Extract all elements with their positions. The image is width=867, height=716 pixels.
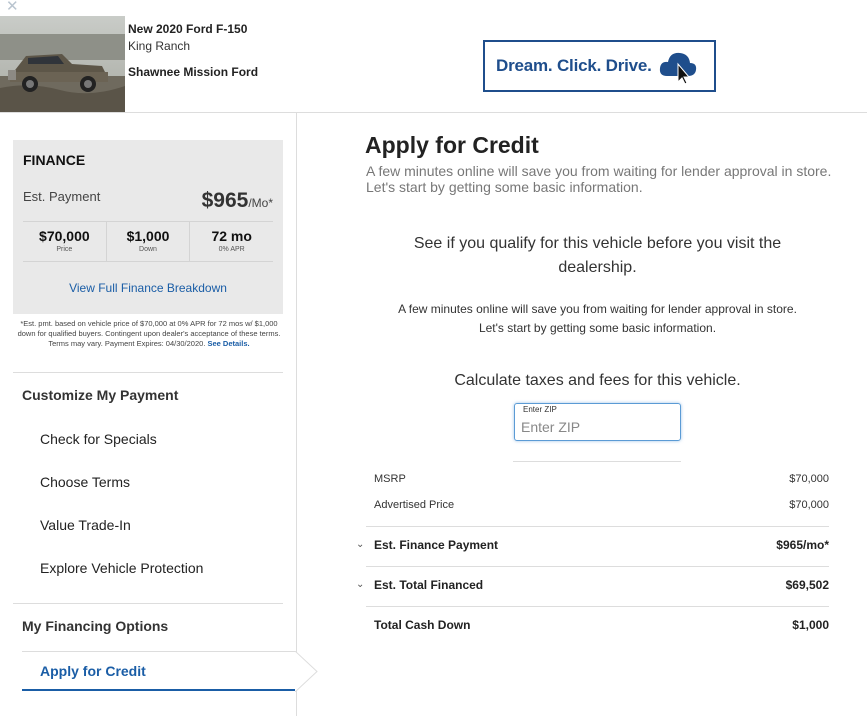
sidebar-divider xyxy=(296,113,297,716)
total-financed-row[interactable]: Est. Total Financed $69,502 xyxy=(366,578,829,592)
qualify-heading: See if you qualify for this vehicle befo… xyxy=(413,235,782,276)
sidebar-divider-2 xyxy=(13,603,283,604)
stat-down: $1,000 Down xyxy=(107,222,191,261)
page-title: Apply for Credit xyxy=(365,132,539,158)
stat-price: $70,000 Price xyxy=(23,222,107,261)
active-tab-arrow-icon xyxy=(295,651,318,692)
sidebar-item-value-trade-in[interactable]: Value Trade-In xyxy=(40,517,131,533)
header-divider xyxy=(0,112,867,113)
banner-text: Dream. Click. Drive. xyxy=(496,56,652,75)
sidebar-item-choose-terms[interactable]: Choose Terms xyxy=(40,474,130,490)
vehicle-trim: King Ranch xyxy=(128,39,191,53)
zip-input[interactable] xyxy=(521,417,671,437)
dealer-name: Shawnee Mission Ford xyxy=(128,65,259,79)
page-subtitle: A few minutes online will save you from … xyxy=(366,163,832,195)
customize-payment-heading: Customize My Payment xyxy=(22,387,179,403)
cash-down-label: Total Cash Down xyxy=(374,618,471,632)
advertised-price-value: $70,000 xyxy=(789,499,829,511)
cash-down-value: $1,000 xyxy=(792,618,829,632)
finance-stats: $70,000 Price $1,000 Down 72 mo 0% APR xyxy=(23,221,273,262)
zip-field[interactable]: Enter ZIP xyxy=(514,403,681,441)
cash-down-row: Total Cash Down $1,000 xyxy=(366,618,829,632)
close-icon[interactable]: ✕ xyxy=(6,0,19,16)
zip-divider xyxy=(513,461,681,462)
see-details-link[interactable]: See Details. xyxy=(208,339,250,348)
chevron-down-icon[interactable]: ⌄ xyxy=(356,579,364,590)
msrp-label: MSRP xyxy=(374,473,406,485)
sidebar-divider-1 xyxy=(13,372,283,373)
est-payment-label: Est. Payment xyxy=(23,189,101,204)
zip-label: Enter ZIP xyxy=(523,405,557,414)
sidebar-item-vehicle-protection[interactable]: Explore Vehicle Protection xyxy=(40,560,203,576)
calc-taxes-heading: Calculate taxes and fees for this vehicl… xyxy=(454,372,741,389)
row-divider xyxy=(366,566,829,567)
finance-payment-row[interactable]: Est. Finance Payment $965/mo* xyxy=(366,538,829,552)
msrp-value: $70,000 xyxy=(789,473,829,485)
tab-apply-for-credit[interactable]: Apply for Credit xyxy=(22,651,297,691)
row-divider xyxy=(366,606,829,607)
dealer-banner[interactable]: Dream. Click. Drive. xyxy=(483,40,716,92)
finance-payment-value: $965/mo* xyxy=(776,538,829,552)
cloud-cursor-icon xyxy=(658,48,698,91)
finance-payment-label: Est. Finance Payment xyxy=(374,538,499,552)
finance-disclaimer: *Est. pmt. based on vehicle price of $70… xyxy=(17,319,281,348)
msrp-row: MSRP $70,000 xyxy=(366,473,829,485)
qualify-subtext: A few minutes online will save you from … xyxy=(398,302,797,335)
view-finance-breakdown-link[interactable]: View Full Finance Breakdown xyxy=(13,281,283,295)
stat-term: 72 mo 0% APR xyxy=(211,228,252,253)
row-divider xyxy=(366,526,829,527)
finance-summary-card: FINANCE Est. Payment $965/Mo* $70,000 Pr… xyxy=(13,140,283,314)
vehicle-title: New 2020 Ford F-150 xyxy=(128,22,248,36)
est-payment-amount: $965/Mo* xyxy=(201,189,273,212)
finance-title: FINANCE xyxy=(23,152,86,168)
total-financed-label: Est. Total Financed xyxy=(374,578,484,592)
sidebar-item-check-specials[interactable]: Check for Specials xyxy=(40,431,157,447)
apply-tab-label: Apply for Credit xyxy=(40,663,146,679)
total-financed-value: $69,502 xyxy=(785,578,829,592)
chevron-down-icon[interactable]: ⌄ xyxy=(356,539,364,550)
financing-options-heading: My Financing Options xyxy=(22,618,169,634)
advertised-price-row: Advertised Price $70,000 xyxy=(366,499,829,511)
vehicle-thumbnail xyxy=(0,16,125,112)
advertised-price-label: Advertised Price xyxy=(374,499,455,511)
